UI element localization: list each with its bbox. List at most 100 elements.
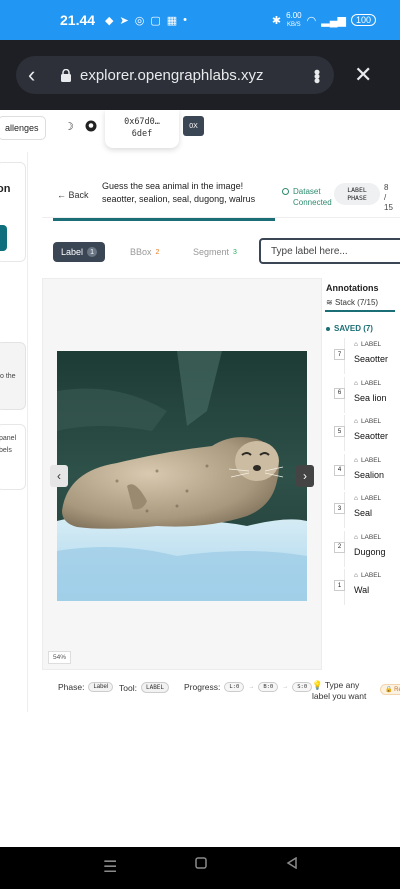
annotation-type: ⌂ LABEL bbox=[354, 572, 381, 579]
review-badge: 🔒 Re bbox=[380, 684, 400, 695]
tab-label-num: 1 bbox=[87, 247, 98, 257]
back-button[interactable]: ← Back bbox=[57, 190, 89, 200]
arrow-icon: → bbox=[248, 684, 255, 690]
recent-apps-icon[interactable]: ☰ bbox=[103, 857, 117, 877]
sidebar-action-button[interactable] bbox=[0, 225, 7, 251]
annotation-index: 2 bbox=[334, 541, 345, 553]
whatsapp-icon: ◎ bbox=[134, 14, 145, 27]
annotation-type: ⌂ LABEL bbox=[354, 534, 381, 541]
annotation-type-label: LABEL bbox=[360, 495, 382, 502]
annotation-name: Seaotter bbox=[354, 354, 389, 364]
annotation-name: Sealion bbox=[354, 469, 385, 480]
tool-tabs: Label 1 BBox 2 Segment 3 Type label here… bbox=[42, 236, 400, 266]
arrow-icon: → bbox=[282, 684, 289, 690]
annotation-type-label: LABEL bbox=[360, 418, 382, 425]
phase-badge: LABEL PHASE bbox=[334, 183, 380, 205]
annotation-index: 4 bbox=[334, 464, 345, 476]
annotation-index: 1 bbox=[334, 580, 345, 591]
close-icon[interactable]: ✕ bbox=[354, 62, 372, 88]
instagram-icon: ▢ bbox=[150, 14, 161, 27]
main-workspace: ← Back Guess the sea animal in the image… bbox=[42, 164, 400, 724]
phase-badge-line1: LABEL bbox=[347, 186, 367, 194]
stack-tab[interactable]: ≋ Stack (7/15) bbox=[326, 298, 378, 307]
wallet-address[interactable]: 0x67d0… 6def bbox=[105, 110, 179, 148]
back-label: Back bbox=[68, 190, 89, 200]
tab-bbox[interactable]: BBox 2 bbox=[122, 242, 167, 262]
annotation-type-label: LABEL bbox=[360, 379, 382, 387]
dataset-status: Dataset Connected bbox=[282, 186, 332, 208]
annotation-item[interactable]: 4 ⌂ LABEL Sealion bbox=[334, 453, 400, 490]
saved-section-header[interactable]: SAVED (7) bbox=[326, 324, 373, 333]
annotation-type-label: LABEL bbox=[360, 572, 382, 579]
phase-status-pill: Label bbox=[88, 682, 114, 692]
chevron-right-icon: › bbox=[303, 469, 307, 483]
stack-tab-label: Stack (7/15) bbox=[334, 298, 379, 307]
android-nav-bar: ☰ bbox=[0, 847, 400, 889]
phase-badge-line2: PHASE bbox=[347, 194, 367, 202]
image-canvas[interactable]: ‹ › 54% bbox=[42, 278, 322, 670]
annotations-title: Annotations bbox=[326, 283, 379, 293]
back-icon[interactable]: ‹ bbox=[28, 62, 52, 88]
more-options-icon[interactable]: ••• bbox=[307, 69, 327, 82]
sidebar-card: on bbox=[0, 162, 26, 262]
status-footer: Phase: Label Tool: LABEL Progress: L:0 →… bbox=[42, 676, 400, 706]
annotation-item[interactable]: 2 ⌂ LABEL Dugong bbox=[334, 530, 400, 567]
gallery-icon: ▦ bbox=[166, 14, 178, 27]
annotation-name: Wal bbox=[354, 585, 370, 595]
wallet-address-line2: 6def bbox=[131, 129, 153, 139]
tab-bbox-num: 2 bbox=[155, 248, 160, 256]
prev-image-button[interactable]: ‹ bbox=[50, 465, 68, 487]
phase-status: Phase: Label bbox=[58, 682, 114, 692]
annotation-name: Dugong bbox=[354, 546, 386, 557]
signal-icon: ▂▄▆ bbox=[321, 14, 346, 27]
task-progress-bar bbox=[53, 218, 275, 221]
annotation-name: Seaotter bbox=[354, 431, 389, 441]
system-icons: ✱ 6.00 KB/S ◠ ▂▄▆ 100 bbox=[272, 11, 376, 29]
annotation-index: 5 bbox=[334, 426, 345, 437]
annotation-type: ⌂ LABEL bbox=[354, 341, 381, 348]
tag-icon: ⌂ bbox=[354, 533, 358, 541]
progress-segment-count: S:0 bbox=[292, 682, 313, 692]
lock-icon: 🔒 bbox=[385, 687, 393, 693]
battery-icon: 100 bbox=[350, 14, 376, 26]
tag-icon: ⌂ bbox=[354, 456, 358, 464]
sidebar-help-line1: panel bbox=[0, 435, 17, 442]
tab-label[interactable]: Label 1 bbox=[53, 242, 106, 262]
annotations-panel: Annotations ≋ Stack (7/15) SAVED (7) 7 ⌂ L… bbox=[322, 278, 400, 678]
github-icon[interactable] bbox=[85, 120, 97, 135]
annotation-type: ⌂ LABEL bbox=[354, 457, 381, 464]
ox-button[interactable]: 0X bbox=[183, 116, 204, 136]
annotation-item[interactable]: 6 ⌂ LABEL Sea lion bbox=[334, 376, 400, 413]
home-icon[interactable] bbox=[195, 856, 207, 874]
item-counter-current: 8 bbox=[384, 183, 389, 192]
annotation-item[interactable]: 3 ⌂ LABEL Seal bbox=[334, 492, 400, 528]
saved-dot-icon bbox=[326, 326, 330, 331]
lock-icon bbox=[60, 68, 72, 82]
web-page: allenges ☽ 0x67d0… 6def 0X on o the pane… bbox=[0, 110, 400, 847]
next-image-button[interactable]: › bbox=[296, 465, 314, 487]
annotation-item[interactable]: 7 ⌂ LABEL Seaotter bbox=[334, 338, 400, 374]
review-badge-label: Re bbox=[394, 687, 400, 693]
item-counter: 8 / 15 bbox=[384, 183, 393, 213]
annotation-item[interactable]: 5 ⌂ LABEL Seaotter bbox=[334, 415, 400, 451]
stack-tab-underline bbox=[325, 310, 395, 312]
tag-icon: ⌂ bbox=[354, 418, 358, 425]
annotation-type: ⌂ LABEL bbox=[354, 380, 381, 387]
annotation-name: Sea lion bbox=[354, 392, 387, 403]
top-nav: allenges ☽ 0x67d0… 6def 0X bbox=[0, 110, 400, 148]
theme-toggle-icon[interactable]: ☽ bbox=[64, 120, 74, 133]
url-bar[interactable]: ‹ explorer.opengraphlabs.xyz ••• bbox=[16, 56, 334, 94]
tool-status-label: Tool: bbox=[119, 682, 137, 693]
annotation-item[interactable]: 1 ⌂ LABEL Wal bbox=[334, 569, 400, 605]
item-counter-sep: / bbox=[384, 193, 387, 202]
dataset-status-line1: Dataset bbox=[293, 187, 321, 196]
back-nav-icon[interactable] bbox=[286, 856, 298, 874]
label-input[interactable]: Type label here... bbox=[259, 238, 400, 264]
annotation-name: Seal bbox=[354, 508, 373, 518]
tab-segment[interactable]: Segment 3 bbox=[185, 242, 245, 262]
seal-image bbox=[57, 351, 307, 601]
url-text[interactable]: explorer.opengraphlabs.xyz bbox=[80, 67, 312, 84]
layers-icon: ≋ bbox=[326, 298, 333, 307]
lightbulb-icon: 💡 bbox=[312, 680, 323, 690]
challenges-link[interactable]: allenges bbox=[0, 116, 46, 140]
